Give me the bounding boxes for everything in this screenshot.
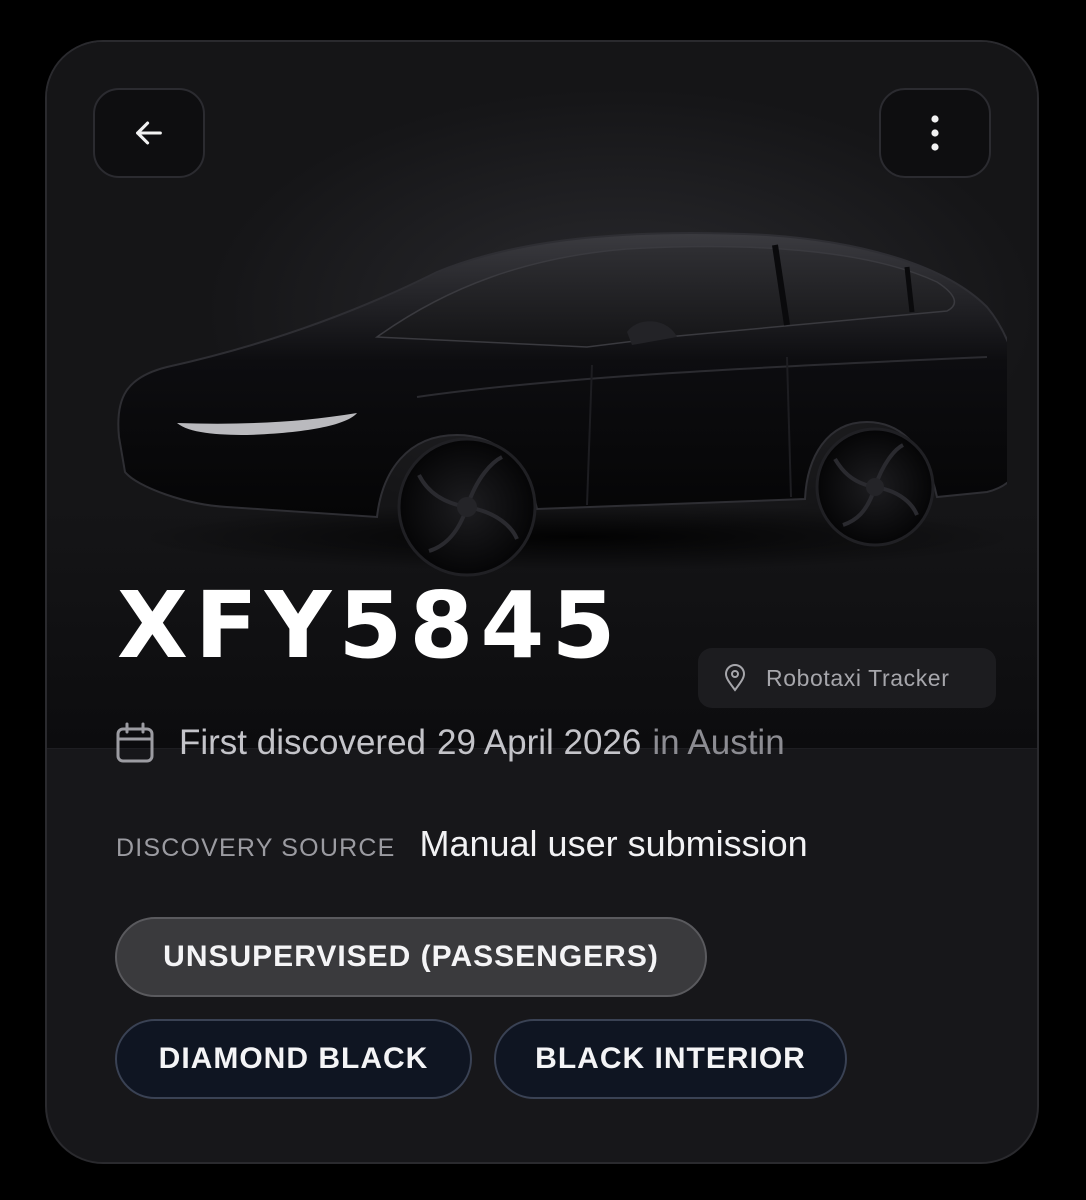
- tracker-label: Robotaxi Tracker: [766, 664, 950, 691]
- discovery-source-value: Manual user submission: [419, 823, 808, 864]
- license-plate: XFY5845: [117, 572, 623, 679]
- first-discovered-row: First discovered 29 April 2026 in Austin: [115, 722, 785, 764]
- tag-black-interior[interactable]: BLACK INTERIOR: [494, 1019, 847, 1099]
- tag-diamond-black[interactable]: DIAMOND BLACK: [115, 1019, 472, 1099]
- vehicle-card: XFY5845 Robotaxi Tracker First discovere…: [45, 40, 1039, 1164]
- arrow-left-icon: [136, 121, 162, 145]
- tag-unsupervised-passengers[interactable]: UNSUPERVISED (PASSENGERS): [115, 917, 707, 997]
- first-discovered-date: 29 April 2026: [437, 723, 642, 762]
- more-vertical-icon: [931, 115, 939, 151]
- back-button[interactable]: [93, 88, 205, 178]
- calendar-icon: [116, 722, 154, 763]
- more-options-button[interactable]: [879, 88, 991, 178]
- first-discovered-label: First discovered: [179, 723, 427, 762]
- robotaxi-tracker-badge: Robotaxi Tracker: [698, 648, 996, 708]
- first-discovered-city: in Austin: [652, 723, 785, 762]
- location-pin-icon: [724, 664, 746, 692]
- discovery-source-row: DISCOVERY SOURCE Manual user submission: [116, 823, 808, 865]
- vehicle-image: [117, 231, 1007, 577]
- discovery-source-label: DISCOVERY SOURCE: [116, 834, 396, 862]
